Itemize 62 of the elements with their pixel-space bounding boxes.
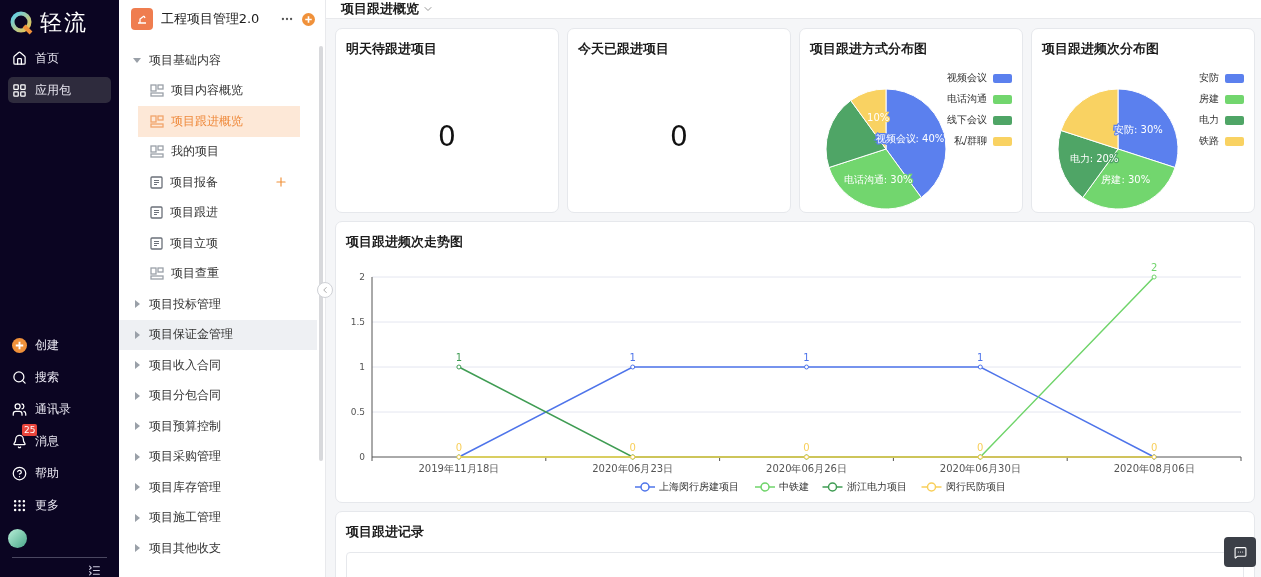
legend-label: 私/群聊 bbox=[953, 134, 987, 148]
group-label: 项目收入合同 bbox=[148, 356, 221, 374]
item-label: 项目报备 bbox=[169, 173, 219, 191]
card-title: 明天待跟进项目 bbox=[345, 40, 438, 58]
legend-label: 闵行民防项目 bbox=[945, 480, 1006, 492]
legend-label: 浙江电力项目 bbox=[846, 480, 907, 492]
legend-label: 铁路 bbox=[1199, 134, 1219, 148]
x-tick-label: 2019年11月18日 bbox=[418, 462, 500, 474]
group-label: 项目保证金管理 bbox=[148, 326, 233, 344]
card-title: 项目跟进频次走势图 bbox=[345, 233, 464, 251]
data-label: 0 bbox=[977, 441, 984, 453]
data-label: 0 bbox=[455, 441, 463, 453]
item-label: 我的项目 bbox=[170, 143, 220, 161]
y-tick-label: 0.5 bbox=[350, 406, 365, 417]
data-label: 0 bbox=[1150, 441, 1158, 453]
group-label: 项目其他收支 bbox=[148, 539, 221, 557]
legend-label: 线下会议 bbox=[947, 113, 987, 127]
group-label: 项目分包合同 bbox=[148, 387, 221, 405]
y-tick-label: 1 bbox=[359, 361, 365, 372]
legend-label: 安防 bbox=[1199, 71, 1219, 85]
group-label: 项目基础内容 bbox=[148, 51, 221, 69]
legend-label: 电话沟通 bbox=[947, 92, 987, 106]
legend-label: 电力 bbox=[1199, 113, 1219, 127]
data-label: 1 bbox=[455, 351, 463, 363]
card-title: 项目跟进方式分布图 bbox=[809, 40, 928, 58]
item-label: 项目查重 bbox=[170, 265, 220, 283]
legend-label: 视频会议 bbox=[947, 71, 987, 85]
app-title: 工程项目管理2.0 bbox=[160, 10, 261, 28]
data-label: 2 bbox=[1150, 261, 1158, 273]
card-title: 今天已跟进项目 bbox=[577, 40, 670, 58]
item-label: 项目内容概览 bbox=[170, 82, 244, 100]
slice-label: 安防: 30% bbox=[1114, 123, 1163, 135]
y-tick-label: 2 bbox=[359, 271, 365, 282]
slice-label: 房建: 30% bbox=[1101, 174, 1151, 186]
group-label: 项目库存管理 bbox=[148, 478, 221, 496]
stat-value: 0 bbox=[437, 120, 457, 153]
data-label: 1 bbox=[977, 351, 984, 363]
item-label: 项目立项 bbox=[169, 234, 219, 252]
item-label: 项目跟进 bbox=[169, 204, 219, 222]
data-label: 1 bbox=[629, 351, 636, 363]
y-tick-label: 1.5 bbox=[350, 316, 365, 327]
logo-text: 轻流 bbox=[40, 9, 88, 37]
group-label: 项目施工管理 bbox=[148, 509, 221, 527]
data-label: 0 bbox=[629, 441, 636, 453]
group-label: 项目预算控制 bbox=[148, 417, 221, 435]
legend-label: 房建 bbox=[1199, 92, 1219, 106]
item-label: 项目跟进概览 bbox=[170, 112, 244, 130]
data-label: 1 bbox=[803, 351, 810, 363]
count-badge: 25 bbox=[22, 424, 38, 436]
legend-label: 中铁建 bbox=[779, 480, 809, 492]
group-label: 项目采购管理 bbox=[148, 448, 221, 466]
x-tick-label: 2020年06月23日 bbox=[592, 462, 674, 474]
group-label: 项目投标管理 bbox=[148, 295, 221, 313]
y-tick-label: 0 bbox=[359, 451, 365, 462]
stat-value: 0 bbox=[669, 120, 689, 153]
x-tick-label: 2020年06月30日 bbox=[939, 462, 1021, 474]
card-title: 项目跟进记录 bbox=[345, 523, 425, 541]
x-tick-label: 2020年06月26日 bbox=[766, 462, 847, 474]
x-tick-label: 2020年08月06日 bbox=[1113, 462, 1195, 474]
data-label: 0 bbox=[803, 441, 810, 453]
card-title: 项目跟进频次分布图 bbox=[1041, 40, 1160, 58]
legend-label: 上海闵行房建项目 bbox=[659, 480, 739, 492]
